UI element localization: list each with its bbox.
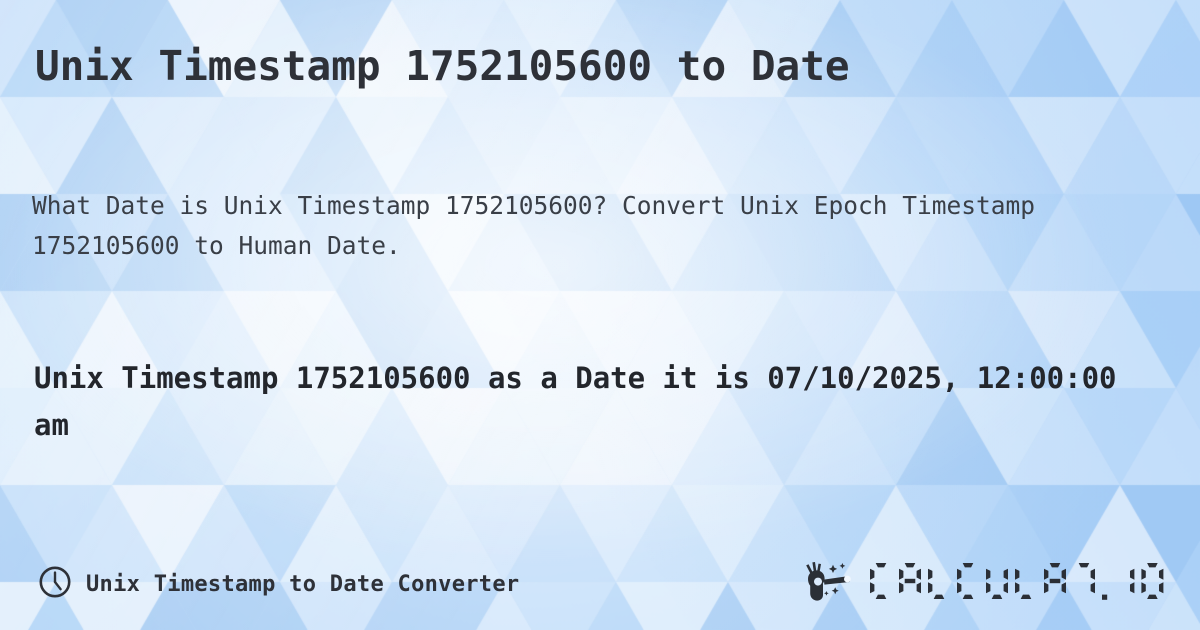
footer-label: Unix Timestamp to Date Converter [86, 571, 520, 597]
description-text: What Date is Unix Timestamp 1752105600? … [32, 191, 1036, 261]
footer: Unix Timestamp to Date Converter [0, 560, 1200, 608]
page-container: Unix Timestamp 1752105600 to Date What D… [0, 0, 1200, 630]
footer-brand-link[interactable]: Unix Timestamp to Date Converter [38, 565, 519, 603]
hand-magic-wand-icon [802, 561, 860, 607]
conversion-result-text: Unix Timestamp 1752105600 as a Date it i… [34, 361, 1117, 442]
clock-icon [38, 565, 72, 603]
page-title: Unix Timestamp 1752105600 to Date [35, 42, 850, 90]
site-logo[interactable] [802, 559, 1172, 609]
brand-wordmark [868, 559, 1172, 609]
